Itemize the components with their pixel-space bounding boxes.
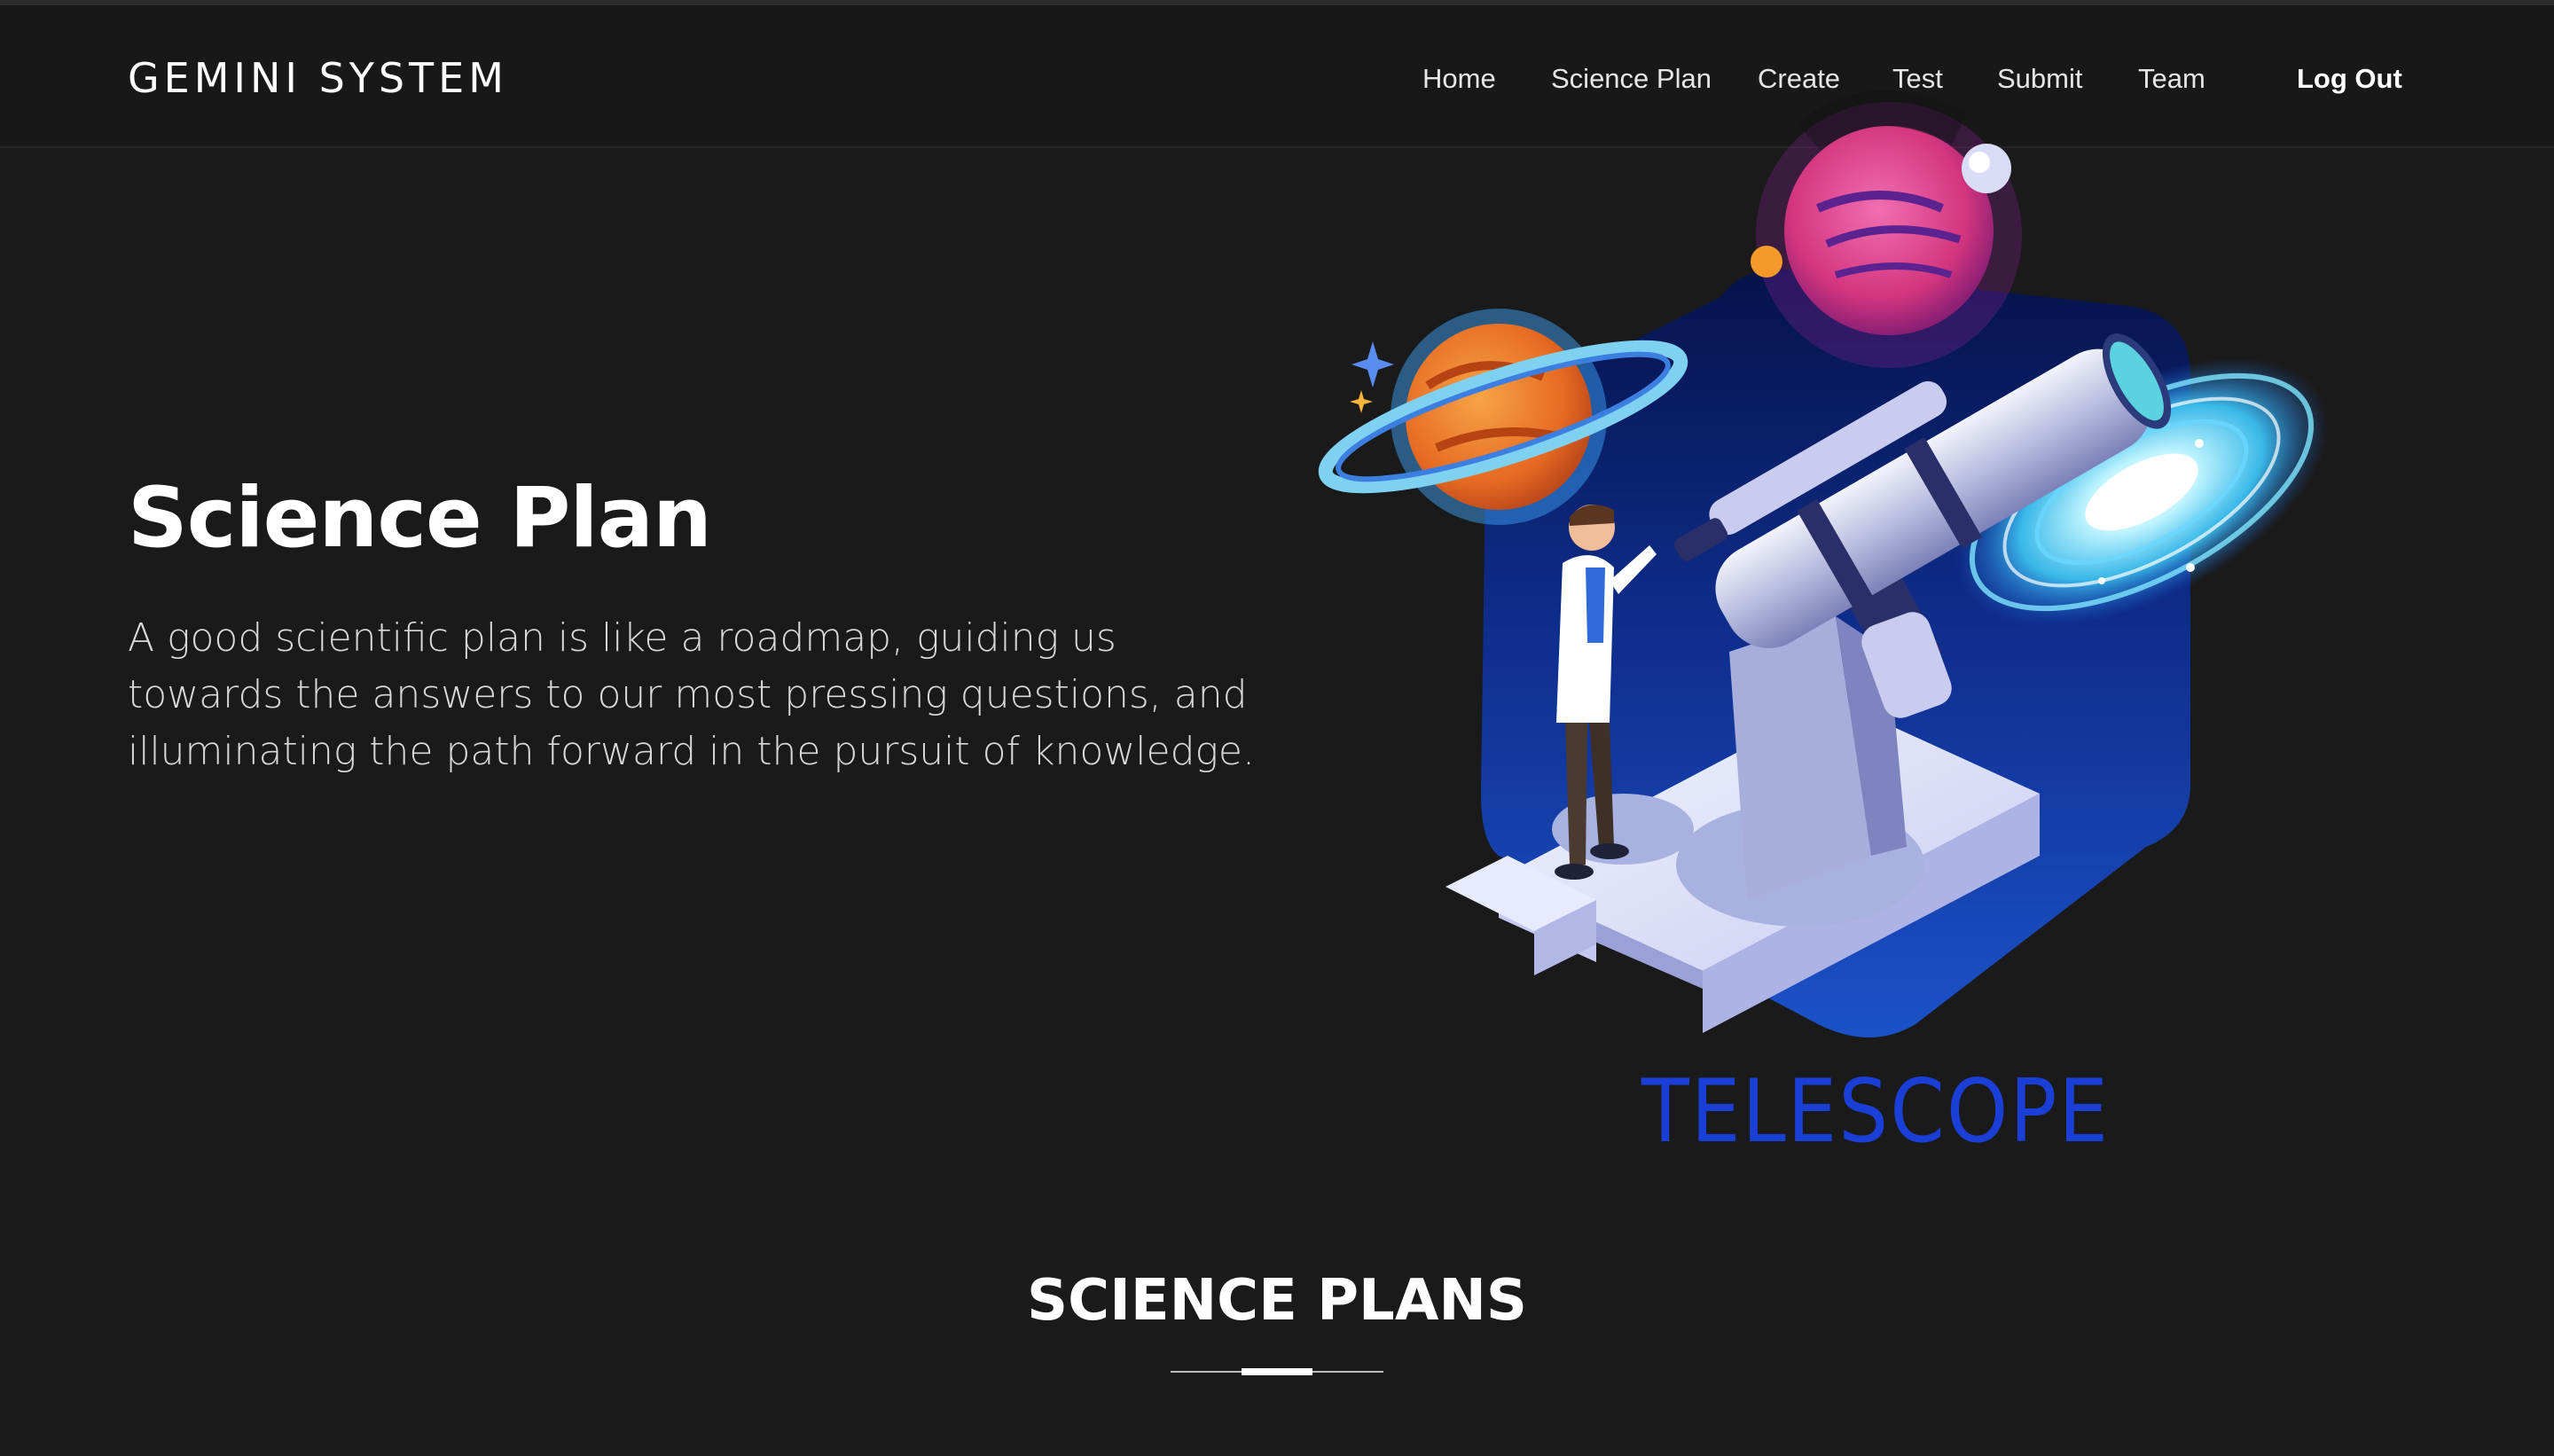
section-divider xyxy=(1171,1368,1383,1375)
pink-planet xyxy=(1756,90,2022,368)
sparkle-star-gold xyxy=(1350,390,1373,413)
brand-logo[interactable]: GEMINI SYSTEM xyxy=(128,54,508,102)
sparkle-star-blue xyxy=(1351,341,1394,387)
navbar-top-border xyxy=(0,3,2554,5)
section-title: SCIENCE PLANS xyxy=(1027,1268,1527,1334)
hero-description: A good scientific plan is like a roadmap… xyxy=(128,615,1255,774)
telescope-illustration: TELESCOPE xyxy=(1318,90,2329,1162)
tiny-orange-moon xyxy=(1751,246,1782,278)
telescope-label: TELESCOPE xyxy=(1641,1061,2110,1162)
hero-title: Science Plan xyxy=(128,470,712,567)
divider-accent xyxy=(1242,1368,1312,1375)
